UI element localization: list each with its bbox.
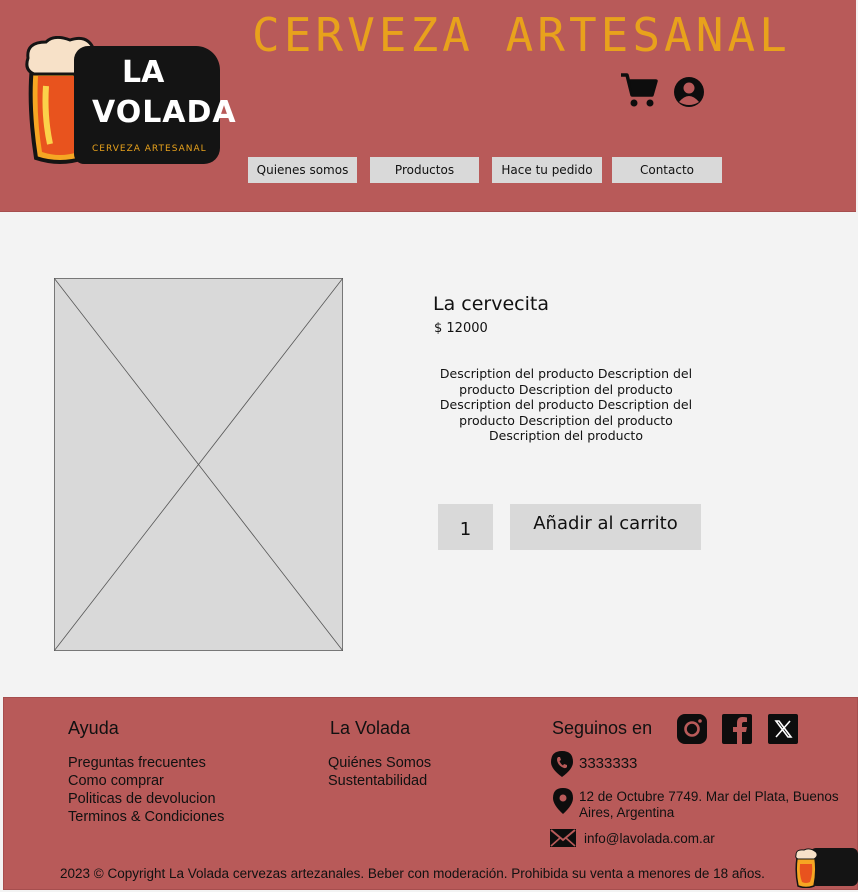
location-pin-icon [553, 788, 573, 814]
footer-link-terminos[interactable]: Terminos & Condiciones [68, 808, 224, 826]
phone-icon [551, 751, 573, 777]
contact-email[interactable]: info@lavolada.com.ar [584, 831, 715, 846]
footer-link-como-comprar[interactable]: Como comprar [68, 772, 224, 790]
footer-heading-ayuda: Ayuda [68, 718, 119, 738]
footer-ayuda-links: Preguntas frecuentes Como comprar Politi… [68, 754, 224, 826]
logo-tagline: CERVEZA ARTESANAL [92, 144, 207, 154]
mail-icon [550, 829, 576, 847]
add-to-cart-button[interactable]: Añadir al carrito [510, 504, 701, 550]
footer-link-quienes-somos[interactable]: Quiénes Somos [328, 754, 431, 772]
la-volada-mini-logo[interactable] [794, 846, 858, 888]
footer-volada-links: Quiénes Somos Sustentabilidad [328, 754, 431, 790]
logo-text-volada: VOLADA [92, 95, 237, 130]
x-icon[interactable] [768, 714, 798, 744]
product-name: La cervecita [433, 293, 549, 315]
nav-productos[interactable]: Productos [370, 157, 479, 183]
contact-phone: 3333333 [579, 755, 638, 772]
nav-hace-tu-pedido[interactable]: Hace tu pedido [492, 157, 602, 183]
logo-text-la: LA [122, 55, 165, 90]
la-volada-logo[interactable]: LA VOLADA CERVEZA ARTESANAL [22, 36, 236, 168]
footer-link-politicas-devolucion[interactable]: Politicas de devolucion [68, 790, 224, 808]
nav-contacto[interactable]: Contacto [612, 157, 722, 183]
cart-icon[interactable] [620, 72, 658, 108]
product-image-placeholder [54, 278, 343, 651]
footer-link-sustentabilidad[interactable]: Sustentabilidad [328, 772, 431, 790]
footer-heading-la-volada: La Volada [330, 718, 411, 738]
page-title: CERVEZA ARTESANAL [252, 8, 791, 62]
site-footer: Ayuda Preguntas frecuentes Como comprar … [3, 697, 858, 890]
quantity-input[interactable]: 1 [438, 504, 493, 550]
footer-heading-seguinos: Seguinos en [552, 718, 653, 738]
copyright-text: 2023 © Copyright La Volada cervezas arte… [60, 866, 765, 881]
product-description: Description del producto Description del… [439, 366, 693, 443]
product-price: $ 12000 [434, 321, 488, 336]
facebook-icon[interactable] [722, 714, 752, 744]
site-header: LA VOLADA CERVEZA ARTESANAL CERVEZA ARTE… [0, 0, 856, 212]
nav-quienes-somos[interactable]: Quienes somos [248, 157, 357, 183]
contact-address: 12 de Octubre 7749. Mar del Plata, Bueno… [579, 789, 839, 820]
footer-link-preguntas-frecuentes[interactable]: Preguntas frecuentes [68, 754, 224, 772]
user-account-icon[interactable] [673, 76, 705, 108]
instagram-icon[interactable] [677, 714, 707, 744]
